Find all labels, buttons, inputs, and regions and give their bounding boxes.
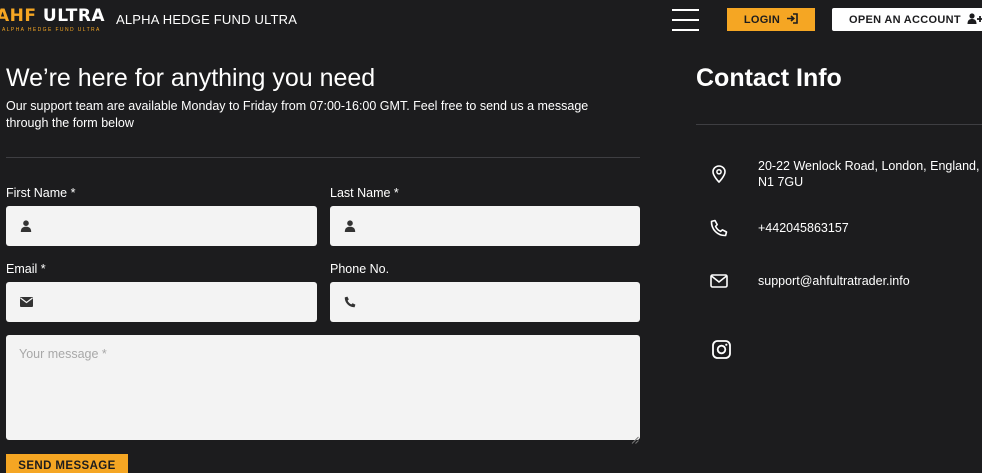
user-plus-icon [967,12,982,27]
email-label: Email * [6,262,46,276]
open-account-button-label: OPEN AN ACCOUNT [849,13,961,26]
login-button-label: LOGIN [743,13,781,26]
first-name-label: First Name * [6,186,76,200]
logo-wordmark: AHF ULTRA [0,6,105,26]
email-field[interactable] [6,282,317,322]
logo-primary: AHF [0,6,37,26]
menu-icon[interactable] [672,9,699,31]
logo-secondary: ULTRA [42,6,106,26]
first-name-input[interactable] [33,206,317,246]
envelope-icon [19,295,33,309]
page-title: We’re here for anything you need [6,64,376,92]
phone-icon [343,295,357,309]
map-pin-icon [709,164,729,184]
divider [696,124,982,125]
logo-tagline: ALPHA HEDGE FUND ULTRA [2,27,101,33]
message-textarea[interactable] [6,335,640,440]
contact-address: 20-22 Wenlock Road, London, England, N1 … [758,159,980,189]
user-icon [343,219,357,233]
resize-handle-icon[interactable] [631,431,639,444]
brand-title[interactable]: ALPHA HEDGE FUND ULTRA [116,12,297,27]
menu-line [672,29,699,31]
logo[interactable]: AHF ULTRA ALPHA HEDGE FUND ULTRA [0,6,105,33]
last-name-field[interactable] [330,206,640,246]
contact-email[interactable]: support@ahfultratrader.info [758,273,982,289]
phone-icon [709,218,729,238]
envelope-icon [709,271,729,291]
phone-field[interactable] [330,282,640,322]
phone-label: Phone No. [330,262,390,276]
login-icon [786,12,798,27]
last-name-input[interactable] [357,206,640,246]
divider [6,157,640,158]
instagram-icon[interactable] [711,339,731,359]
page-subtitle: Our support team are available Monday to… [6,99,589,130]
menu-line [672,19,699,21]
send-message-button[interactable]: SEND MESSAGE [6,454,128,473]
contact-info-title: Contact Info [696,64,842,92]
login-button[interactable]: LOGIN [727,8,815,31]
email-input[interactable] [33,282,317,322]
contact-phone[interactable]: +442045863157 [758,220,982,236]
first-name-field[interactable] [6,206,317,246]
menu-line [672,9,699,11]
user-icon [19,219,33,233]
last-name-label: Last Name * [330,186,399,200]
open-account-button[interactable]: OPEN AN ACCOUNT [832,8,982,31]
phone-input[interactable] [357,282,640,322]
